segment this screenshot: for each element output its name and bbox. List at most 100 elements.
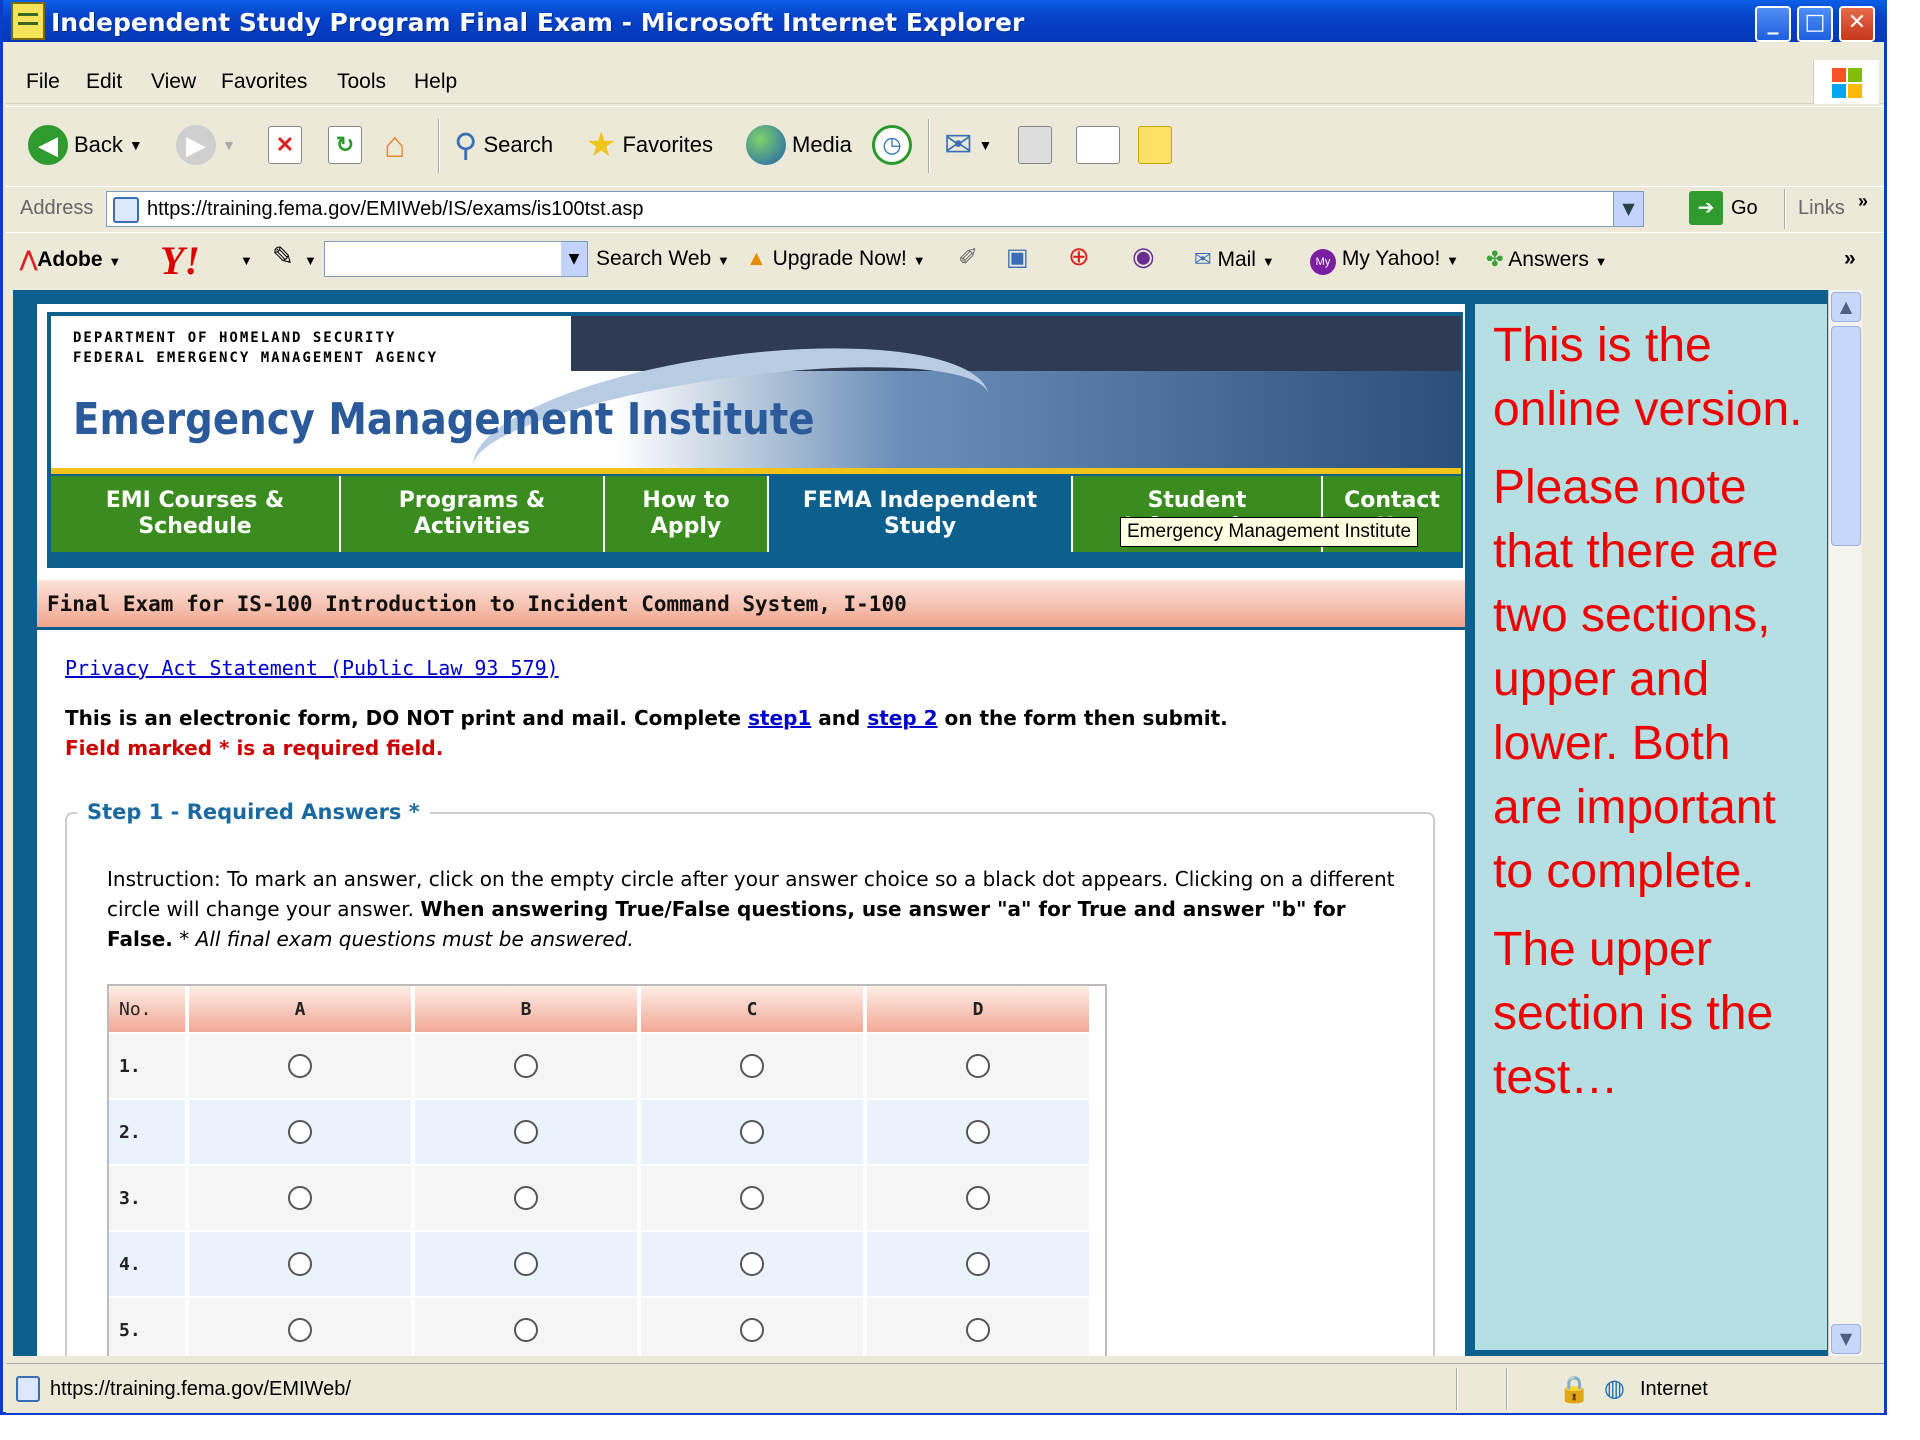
favorites-button[interactable]: ★ Favorites [586, 125, 713, 165]
my-yahoo-button[interactable]: My My Yahoo! ▼ [1310, 247, 1459, 275]
minimize-button[interactable]: _ [1755, 6, 1791, 42]
search-button[interactable]: ⚲ Search [454, 125, 553, 165]
site-title[interactable]: Emergency Management Institute [73, 394, 815, 445]
form-instruction: This is an electronic form, DO NOT print… [65, 706, 1228, 730]
status-separator [1506, 1368, 1508, 1410]
privacy-act-link[interactable]: Privacy Act Statement (Public Law 93 579… [65, 656, 559, 680]
answer-radio-3c[interactable] [740, 1186, 764, 1210]
menu-file[interactable]: File [26, 70, 60, 94]
answer-radio-2c[interactable] [740, 1120, 764, 1144]
nav-how-to-apply[interactable]: How to Apply [605, 476, 769, 552]
yahoo-logo[interactable]: Y! [160, 237, 200, 284]
answer-radio-2d[interactable] [966, 1120, 990, 1144]
answer-radio-4c[interactable] [740, 1252, 764, 1276]
media-button[interactable]: Media [746, 125, 852, 165]
menu-favorites[interactable]: Favorites [221, 70, 307, 94]
menu-tools[interactable]: Tools [337, 70, 386, 94]
nav-programs[interactable]: Programs & Activities [341, 476, 605, 552]
window-title: Independent Study Program Final Exam - M… [51, 8, 1025, 37]
yahoo-dropdown-icon[interactable]: ▼ [240, 253, 253, 268]
answer-radio-5c[interactable] [740, 1318, 764, 1342]
print-button[interactable] [1018, 125, 1052, 165]
go-button[interactable]: ➔ Go [1689, 191, 1758, 225]
back-button[interactable]: ◀ Back ▼ [28, 125, 143, 165]
highlight-pen-icon[interactable]: ✐ [958, 243, 978, 272]
table-row: 3. [109, 1166, 1105, 1232]
links-label[interactable]: Links [1798, 197, 1845, 220]
refresh-button[interactable]: ↻ [328, 125, 362, 165]
mail-button[interactable]: ✉ ▼ [944, 125, 992, 165]
close-button[interactable]: ✕ [1839, 6, 1875, 42]
menu-edit[interactable]: Edit [86, 70, 122, 94]
required-note: Field marked * is a required field. [65, 736, 444, 760]
answer-radio-5b[interactable] [514, 1318, 538, 1342]
scroll-down-icon[interactable]: ▼ [1831, 1324, 1861, 1354]
address-input[interactable]: https://training.fema.gov/EMIWeb/IS/exam… [106, 191, 1644, 227]
edit-button[interactable] [1076, 125, 1120, 165]
adobe-button[interactable]: ⋀Adobe ▼ [20, 247, 121, 272]
my-yahoo-icon: My [1310, 249, 1336, 275]
standard-toolbar: ◀ Back ▼ ▶ ▼ ✕ ↻ ⌂ ⚲ Search ★ Favorites … [6, 106, 1884, 184]
menu-view[interactable]: View [151, 70, 196, 94]
header-d: D [867, 986, 1093, 1032]
title-bar: Independent Study Program Final Exam - M… [3, 0, 1887, 42]
upgrade-button[interactable]: ▲ Upgrade Now! ▼ [746, 247, 926, 271]
yahoo-search-input[interactable] [324, 241, 588, 277]
address-dropdown-icon[interactable]: ▼ [1613, 192, 1643, 226]
answer-radio-5d[interactable] [966, 1318, 990, 1342]
status-separator [1456, 1368, 1458, 1410]
scroll-up-icon[interactable]: ▲ [1831, 292, 1861, 322]
nav-independent-study[interactable]: FEMA Independent Study [769, 476, 1073, 552]
answers-button[interactable]: ✤ Answers ▼ [1486, 247, 1608, 272]
media-globe-icon [746, 125, 786, 165]
menu-help[interactable]: Help [414, 70, 457, 94]
maximize-button[interactable]: □ [1797, 6, 1833, 42]
step1-legend: Step 1 - Required Answers * [77, 800, 430, 824]
upgrade-dropdown-icon: ▼ [912, 253, 926, 268]
answer-radio-3b[interactable] [514, 1186, 538, 1210]
answer-radio-3a[interactable] [288, 1186, 312, 1210]
address-bar: Address https://training.fema.gov/EMIWeb… [6, 186, 1884, 230]
answer-radio-2b[interactable] [514, 1120, 538, 1144]
note-paragraph-1: This is the online version. [1493, 319, 1803, 436]
audio-icon[interactable]: ◉ [1132, 241, 1155, 272]
answer-radio-4b[interactable] [514, 1252, 538, 1276]
toolbar-separator [438, 119, 440, 173]
answer-radio-1d[interactable] [966, 1054, 990, 1078]
answer-radio-4d[interactable] [966, 1252, 990, 1276]
forward-button[interactable]: ▶ ▼ [176, 125, 236, 165]
links-chevron-icon[interactable]: » [1858, 191, 1868, 212]
answer-radio-1c[interactable] [740, 1054, 764, 1078]
step2-link[interactable]: step 2 [867, 706, 937, 730]
status-url: https://training.fema.gov/EMIWeb/ [50, 1378, 351, 1400]
table-row: 2. [109, 1100, 1105, 1166]
answer-radio-1b[interactable] [514, 1054, 538, 1078]
answers-label: Answers [1508, 248, 1589, 271]
history-button[interactable]: ◷ [872, 125, 912, 165]
answer-radio-1a[interactable] [288, 1054, 312, 1078]
vertical-scrollbar[interactable]: ▲ ▼ [1828, 290, 1862, 1356]
search-web-button[interactable]: Search Web ▼ [596, 247, 730, 271]
search-label: Search [483, 132, 554, 157]
notes-button[interactable] [1138, 125, 1172, 165]
answer-radio-5a[interactable] [288, 1318, 312, 1342]
home-button[interactable]: ⌂ [384, 124, 406, 165]
popup-blocker-icon[interactable]: ▣ [1006, 243, 1029, 272]
pencil-icon[interactable]: ✎ [272, 241, 294, 272]
scroll-thumb[interactable] [1831, 326, 1861, 546]
search-web-label: Search Web [596, 247, 712, 270]
answer-radio-4a[interactable] [288, 1252, 312, 1276]
yahoo-search-dropdown-icon[interactable]: ▼ [561, 242, 587, 276]
yahoo-mail-button[interactable]: ✉ Mail ▼ [1194, 247, 1275, 272]
toolbar-chevron-icon[interactable]: » [1844, 247, 1856, 271]
antispy-icon[interactable]: ⊕ [1068, 241, 1090, 272]
envelope-icon: ✉ [1194, 248, 1212, 271]
table-row: 1. [109, 1034, 1105, 1100]
pencil-dropdown-icon[interactable]: ▼ [304, 253, 317, 268]
answer-radio-2a[interactable] [288, 1120, 312, 1144]
nav-emi-courses[interactable]: EMI Courses & Schedule [51, 476, 341, 552]
step1-link[interactable]: step1 [748, 706, 811, 730]
stop-button[interactable]: ✕ [268, 125, 302, 165]
answer-radio-3d[interactable] [966, 1186, 990, 1210]
home-icon: ⌂ [384, 124, 406, 165]
